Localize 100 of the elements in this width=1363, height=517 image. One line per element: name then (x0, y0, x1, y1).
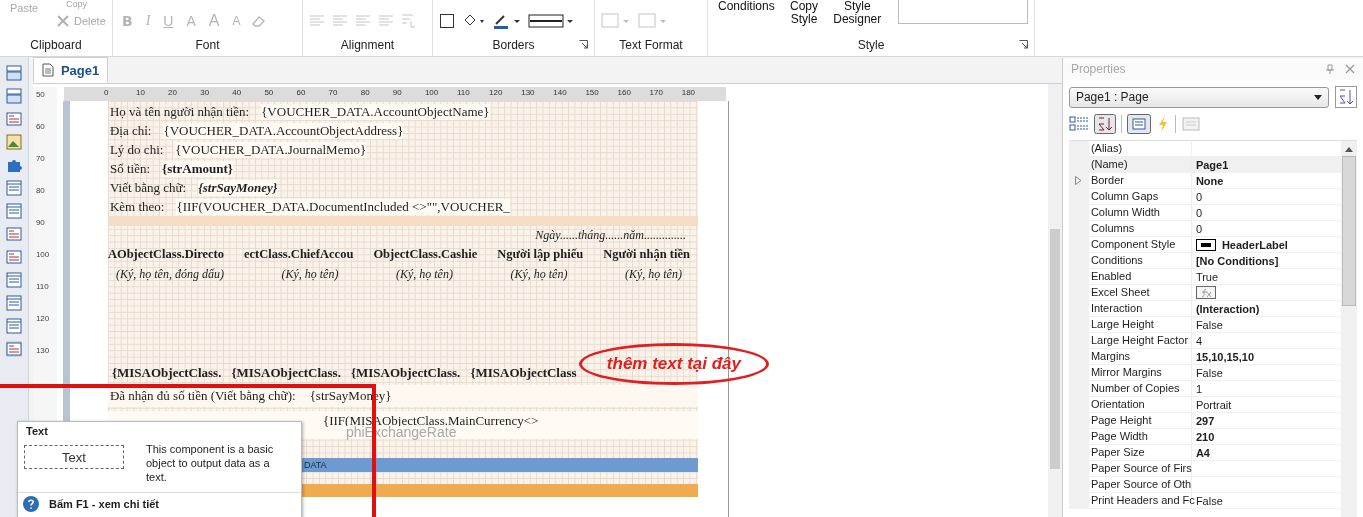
text-icon[interactable] (5, 249, 22, 265)
property-row[interactable]: Paper Source of Oth (1068, 477, 1341, 493)
border-icon[interactable] (439, 13, 455, 29)
property-name: Orientation (1088, 397, 1192, 412)
field-label: Viết bằng chữ: (108, 179, 187, 196)
sort-icon[interactable] (1335, 86, 1357, 108)
property-row[interactable]: Orientation Portrait (1068, 397, 1341, 413)
property-row[interactable]: Mirror Margins False (1068, 365, 1341, 381)
property-row[interactable]: Page Height 297 (1068, 413, 1341, 429)
property-row[interactable]: Large Height False (1068, 317, 1341, 333)
property-value: 0 (1195, 222, 1202, 235)
image-icon[interactable] (5, 134, 22, 150)
ruler-number: 160 (617, 88, 631, 97)
eraser-icon[interactable] (250, 14, 267, 28)
ruler-number: 180 (681, 88, 696, 97)
launcher-icon[interactable] (1019, 40, 1028, 49)
property-value: 210 (1195, 430, 1215, 443)
property-row[interactable]: Number of Copies 1 (1068, 381, 1341, 397)
close-icon[interactable] (1345, 64, 1355, 74)
style-gallery[interactable] (898, 0, 1028, 24)
page-tab[interactable]: Page1 (32, 57, 109, 83)
expression-button[interactable] (1195, 286, 1216, 299)
launcher-icon[interactable] (579, 40, 588, 49)
property-row[interactable]: Border None (1068, 173, 1341, 189)
tooltip-footer: Bấm F1 - xem chi tiết (49, 498, 160, 510)
band-icon[interactable] (5, 88, 22, 104)
text-icon[interactable] (5, 111, 22, 127)
property-name: Interaction (1088, 301, 1192, 316)
ruler-number: 130 (35, 346, 50, 355)
signature-hint: (Ký, họ tên, đóng dấu) (114, 266, 225, 282)
signature-expression: {MISAObjectClass. (231, 365, 341, 381)
property-row[interactable]: Conditions [No Conditions] (1068, 253, 1341, 269)
page-icon[interactable] (5, 180, 22, 196)
property-value: 15,10,15,10 (1195, 350, 1254, 363)
expand-icon[interactable] (1075, 176, 1083, 185)
group-label: Alignment (340, 38, 395, 52)
signature-hint: (Ký, họ tên) (394, 266, 454, 282)
tab-label: Page1 (60, 62, 100, 78)
border-style-icon[interactable] (528, 13, 574, 29)
property-name: Margins (1088, 349, 1192, 364)
ruler-number: 130 (521, 88, 535, 97)
property-value: Page1 (1195, 158, 1229, 171)
ribbon-button[interactable]: Style Designer (829, 0, 886, 26)
scroll-up-icon[interactable] (1345, 147, 1353, 152)
property-row[interactable]: Paper Size A4 (1068, 445, 1341, 461)
text-component-preview: Text (24, 445, 124, 469)
signature-title: Người nhận tiền (603, 246, 690, 262)
property-name: Mirror Margins (1088, 365, 1192, 380)
property-row[interactable]: Column Width 0 (1068, 205, 1341, 221)
property-row[interactable]: Page Width 210 (1068, 429, 1341, 445)
group-label: Text Format (619, 38, 683, 52)
property-row[interactable]: Margins 15,10,15,10 (1068, 349, 1341, 365)
property-name: Enabled (1088, 269, 1192, 284)
categorized-icon[interactable] (1068, 115, 1089, 133)
ruler-number: 40 (232, 88, 242, 97)
ribbon-button[interactable]: Copy Style (785, 0, 823, 26)
puzzle-icon[interactable] (5, 157, 22, 173)
property-row[interactable]: Paper Source of Firs (1068, 461, 1341, 477)
property-row[interactable]: Interaction (Interaction) (1068, 301, 1341, 317)
ruler-number: 50 (264, 88, 274, 97)
properties-scrollbar[interactable] (1341, 141, 1357, 517)
property-row[interactable]: Component Style HeaderLabel (1068, 237, 1341, 253)
property-value: [No Conditions] (1195, 254, 1279, 267)
property-name: Paper Source of Firs (1088, 461, 1192, 476)
field-expression: {VOUCHER_DATA.JournalMemo} (175, 141, 367, 158)
ruler-number: 70 (35, 154, 45, 163)
ribbon-button[interactable]: Conditions (714, 0, 779, 13)
property-row[interactable]: Column Gaps 0 (1068, 189, 1341, 205)
object-dropdown[interactable]: Page1 : Page (1068, 86, 1329, 108)
property-row[interactable]: (Name) Page1 (1068, 157, 1341, 173)
signature-title: ectClass.ChiefAccou (244, 246, 354, 262)
property-value: False (1195, 366, 1223, 379)
property-row[interactable]: Print Headers and FcFalse (1068, 493, 1341, 509)
vertical-scrollbar[interactable] (1047, 84, 1062, 517)
property-row[interactable]: Large Height Factor 4 (1068, 333, 1341, 349)
property-row[interactable]: Excel Sheet (1068, 285, 1341, 301)
property-value: A4 (1195, 446, 1210, 459)
pen-color-icon[interactable] (493, 13, 521, 29)
property-name: Conditions (1088, 253, 1192, 268)
property-row[interactable]: Enabled True (1068, 269, 1341, 285)
text-icon[interactable] (5, 226, 22, 242)
field-label: Kèm theo: (108, 198, 165, 215)
property-name: Column Width (1088, 205, 1192, 220)
sort-icon[interactable] (1093, 114, 1116, 134)
field-label: Đã nhận đủ số tiền (Viết bằng chữ): (108, 388, 296, 404)
property-name: (Alias) (1088, 141, 1192, 156)
ruler-number: 170 (649, 88, 663, 97)
property-value: (Interaction) (1195, 302, 1260, 315)
ruler-number: 60 (296, 88, 306, 97)
group-label: Clipboard (30, 38, 82, 52)
list-icon[interactable] (5, 203, 22, 219)
text-icon[interactable] (5, 341, 22, 357)
band-icon[interactable] (5, 65, 22, 81)
ruler-number: 90 (392, 88, 402, 97)
pin-icon[interactable] (1325, 64, 1335, 74)
list-icon[interactable] (1126, 114, 1151, 134)
property-row[interactable]: Columns 0 (1068, 221, 1341, 237)
property-value: 0 (1195, 206, 1202, 219)
property-name: Columns (1088, 221, 1192, 236)
property-name: Paper Size (1088, 445, 1192, 460)
